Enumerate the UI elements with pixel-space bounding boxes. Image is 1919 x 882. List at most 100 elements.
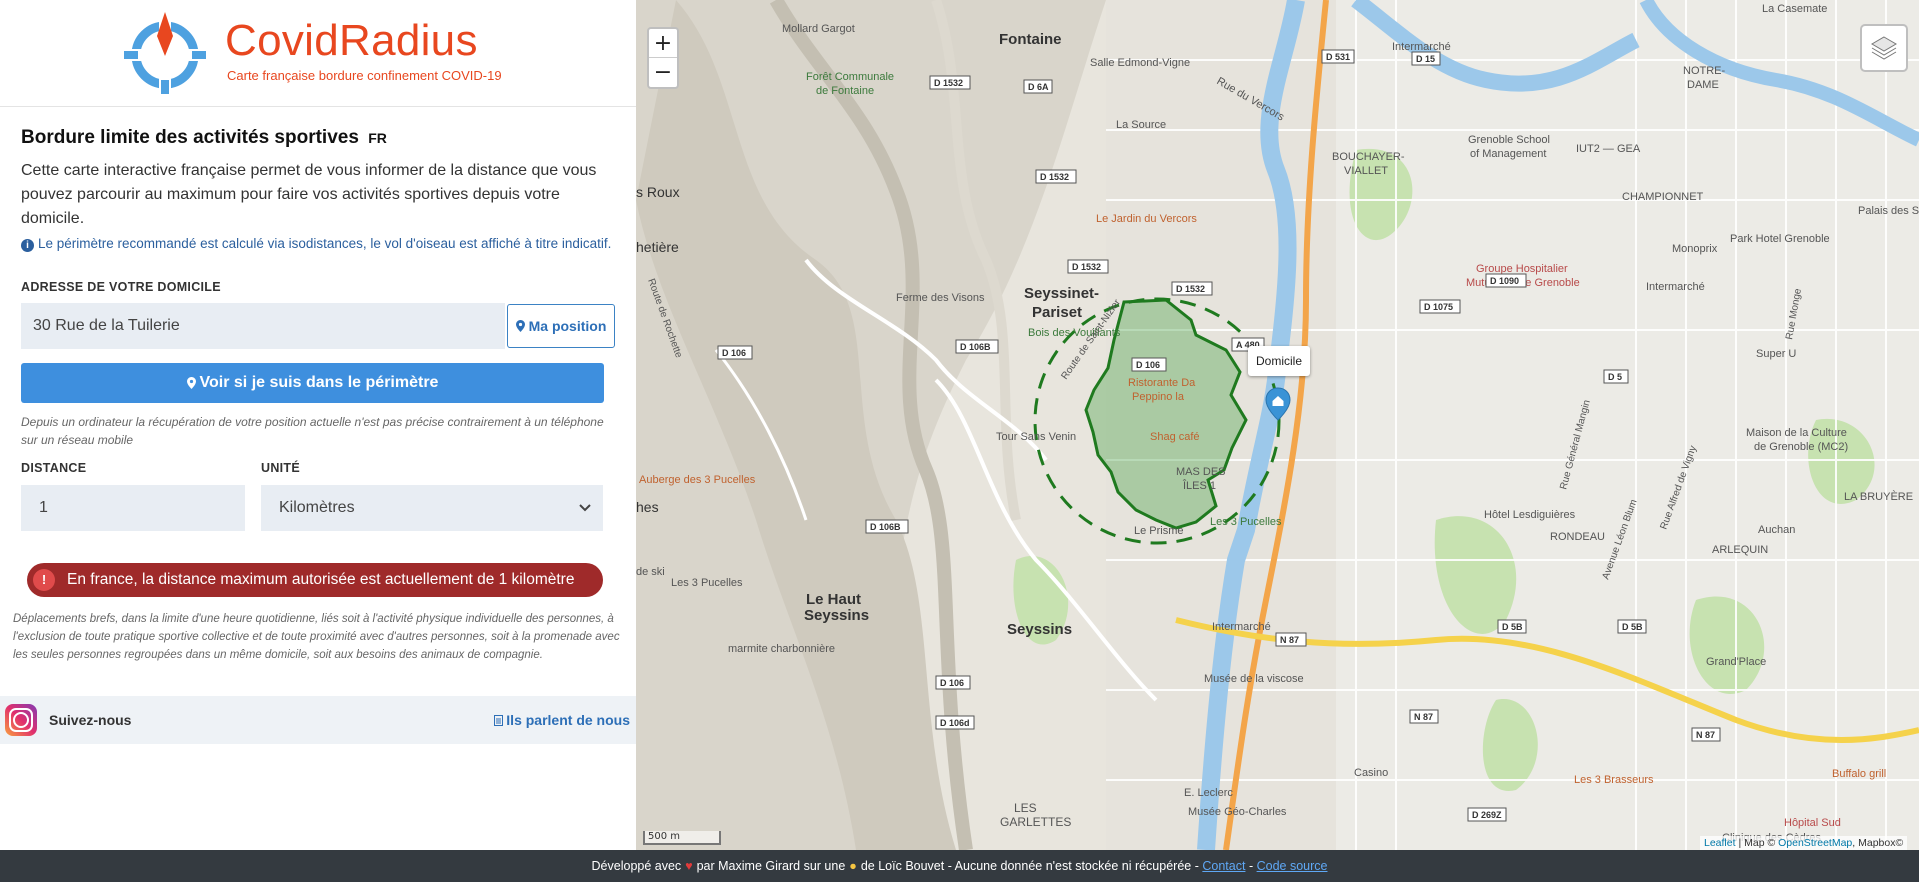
- place-label: Intermarché: [1392, 41, 1451, 53]
- road-shield: N 87: [1414, 712, 1433, 722]
- place-label: Intermarché: [1646, 281, 1705, 293]
- place-label: ARLEQUIN: [1712, 544, 1768, 556]
- place-label: VIALLET: [1344, 165, 1388, 177]
- road-shield: D 6A: [1028, 82, 1049, 92]
- place-label: Musée de la viscose: [1204, 673, 1304, 685]
- road-shield: D 1532: [1176, 284, 1205, 294]
- leaflet-link[interactable]: Leaflet: [1704, 837, 1736, 849]
- place-label: Shag café: [1150, 431, 1200, 443]
- place-label: BOUCHAYER-: [1332, 151, 1405, 163]
- road-shield: D 106: [1136, 360, 1160, 370]
- place-label: NOTRE-: [1683, 65, 1726, 77]
- place-label: DAME: [1687, 79, 1719, 91]
- place-label: s Roux: [636, 184, 680, 200]
- place-label: hetière: [636, 239, 679, 255]
- info-icon: i: [21, 239, 34, 252]
- credit-prefix: Développé avec: [591, 859, 682, 873]
- social-bar: Suivez-nous Ils parlent de nous: [0, 696, 636, 744]
- form-panel: Bordure limite des activités sportives F…: [0, 127, 636, 664]
- place-label: Palais des Spor: [1858, 205, 1919, 217]
- place-label: ÎLES 1: [1182, 479, 1216, 492]
- zoom-in-button[interactable]: +: [649, 29, 677, 58]
- place-label: Ristorante Da: [1128, 377, 1196, 389]
- source-code-link[interactable]: Code source: [1257, 859, 1328, 873]
- check-perimeter-button[interactable]: Voir si je suis dans le périmètre: [21, 363, 604, 403]
- layers-button[interactable]: [1860, 24, 1908, 72]
- unit-label: UNITÉ: [261, 461, 300, 475]
- road-shield: D 5B: [1622, 622, 1643, 632]
- road-shield: D 1532: [1072, 262, 1101, 272]
- section-heading: Bordure limite des activités sportives F…: [21, 127, 615, 149]
- app-title[interactable]: CovidRadius: [225, 16, 478, 66]
- road-shield: D 106B: [870, 522, 901, 532]
- road-shield: D 106d: [940, 718, 970, 728]
- credit-suffix: de Loïc Bouvet - Aucune donnée n'est sto…: [860, 859, 1199, 873]
- zoom-out-button[interactable]: −: [649, 58, 677, 87]
- follow-us-label[interactable]: Suivez-nous: [49, 712, 131, 728]
- place-label: Grenoble School: [1468, 134, 1550, 146]
- layers-icon: [1871, 36, 1897, 60]
- credit-sep: -: [1248, 859, 1254, 873]
- place-label: Maison de la Culture: [1746, 427, 1847, 439]
- section-heading-text: Bordure limite des activités sportives: [21, 127, 359, 148]
- legal-text: Déplacements brefs, dans la limite d'une…: [13, 613, 620, 661]
- road-shield: D 15: [1416, 54, 1435, 64]
- zoom-control: + −: [647, 27, 679, 89]
- place-label: Grand'Place: [1706, 656, 1766, 668]
- road-shield: D 1090: [1490, 276, 1519, 286]
- description: Cette carte interactive française permet…: [21, 162, 597, 227]
- place-label: Seyssins: [804, 607, 869, 624]
- place-label: LES: [1014, 801, 1037, 815]
- distance-input[interactable]: 1: [21, 485, 245, 531]
- map-marker-icon: [515, 320, 525, 332]
- alert-icon: !: [33, 569, 55, 591]
- map[interactable]: Mollard Gargot Forêt Communale de Fontai…: [636, 0, 1919, 850]
- press-link[interactable]: Ils parlent de nous: [494, 712, 630, 728]
- home-marker-icon[interactable]: [1265, 387, 1291, 421]
- unit-select[interactable]: Kilomètres: [261, 485, 603, 531]
- place-label: Hôtel Lesdiguières: [1484, 509, 1576, 521]
- place-label: hes: [636, 499, 659, 515]
- place-label: Seyssinet-: [1024, 285, 1099, 302]
- road-shield: N 87: [1280, 635, 1299, 645]
- credit-middle: par Maxime Girard sur une: [696, 859, 846, 873]
- place-label: RONDEAU: [1550, 531, 1605, 543]
- place-label: LA BRUYÈRE: [1844, 490, 1913, 503]
- chevron-down-icon: [579, 504, 591, 512]
- logo-icon[interactable]: [120, 10, 210, 96]
- road-shield: D 106: [940, 678, 964, 688]
- place-label: de ski: [636, 566, 665, 578]
- place-label: Monoprix: [1672, 243, 1718, 255]
- place-label: GARLETTES: [1000, 815, 1071, 829]
- place-label: Peppino la: [1132, 391, 1185, 403]
- address-label: ADRESSE DE VOTRE DOMICILE: [21, 280, 221, 294]
- language-badge[interactable]: FR: [368, 130, 387, 146]
- map-tiles[interactable]: Mollard Gargot Forêt Communale de Fontai…: [636, 0, 1919, 850]
- info-note: i Le périmètre recommandé est calculé via…: [21, 233, 615, 254]
- place-label: Le Prisme: [1134, 525, 1184, 537]
- instagram-icon[interactable]: [5, 704, 37, 736]
- place-label: Casino: [1354, 767, 1388, 779]
- map-scale: 500 m: [643, 831, 721, 845]
- place-label: de Grenoble (MC2): [1754, 441, 1848, 453]
- place-label: Fontaine: [999, 31, 1062, 48]
- place-label: CHAMPIONNET: [1622, 191, 1704, 203]
- place-label: Le Haut: [806, 591, 861, 608]
- address-input[interactable]: 30 Rue de la Tuilerie: [21, 303, 505, 349]
- place-label: Buffalo grill: [1832, 768, 1886, 780]
- app: CovidRadius Carte française bordure conf…: [0, 0, 1919, 882]
- distance-unit-row: DISTANCE 1 UNITÉ Kilomètres: [21, 461, 615, 531]
- place-label: Hôpital Sud: [1784, 817, 1841, 829]
- contact-link[interactable]: Contact: [1202, 859, 1245, 873]
- osm-link[interactable]: OpenStreetMap: [1778, 837, 1852, 849]
- place-label: Les 3 Pucelles: [671, 577, 743, 589]
- place-label: Le Jardin du Vercors: [1096, 213, 1197, 225]
- header: CovidRadius Carte française bordure conf…: [0, 0, 636, 107]
- distance-alert: ! En france, la distance maximum autoris…: [27, 563, 603, 597]
- my-position-label: Ma position: [528, 318, 607, 334]
- place-label: Groupe Hospitalier: [1476, 263, 1568, 275]
- place-label: of Management: [1470, 148, 1546, 160]
- my-position-button[interactable]: Ma position: [507, 304, 615, 348]
- road-shield: D 269Z: [1472, 810, 1502, 820]
- place-label: Pariset: [1032, 304, 1082, 321]
